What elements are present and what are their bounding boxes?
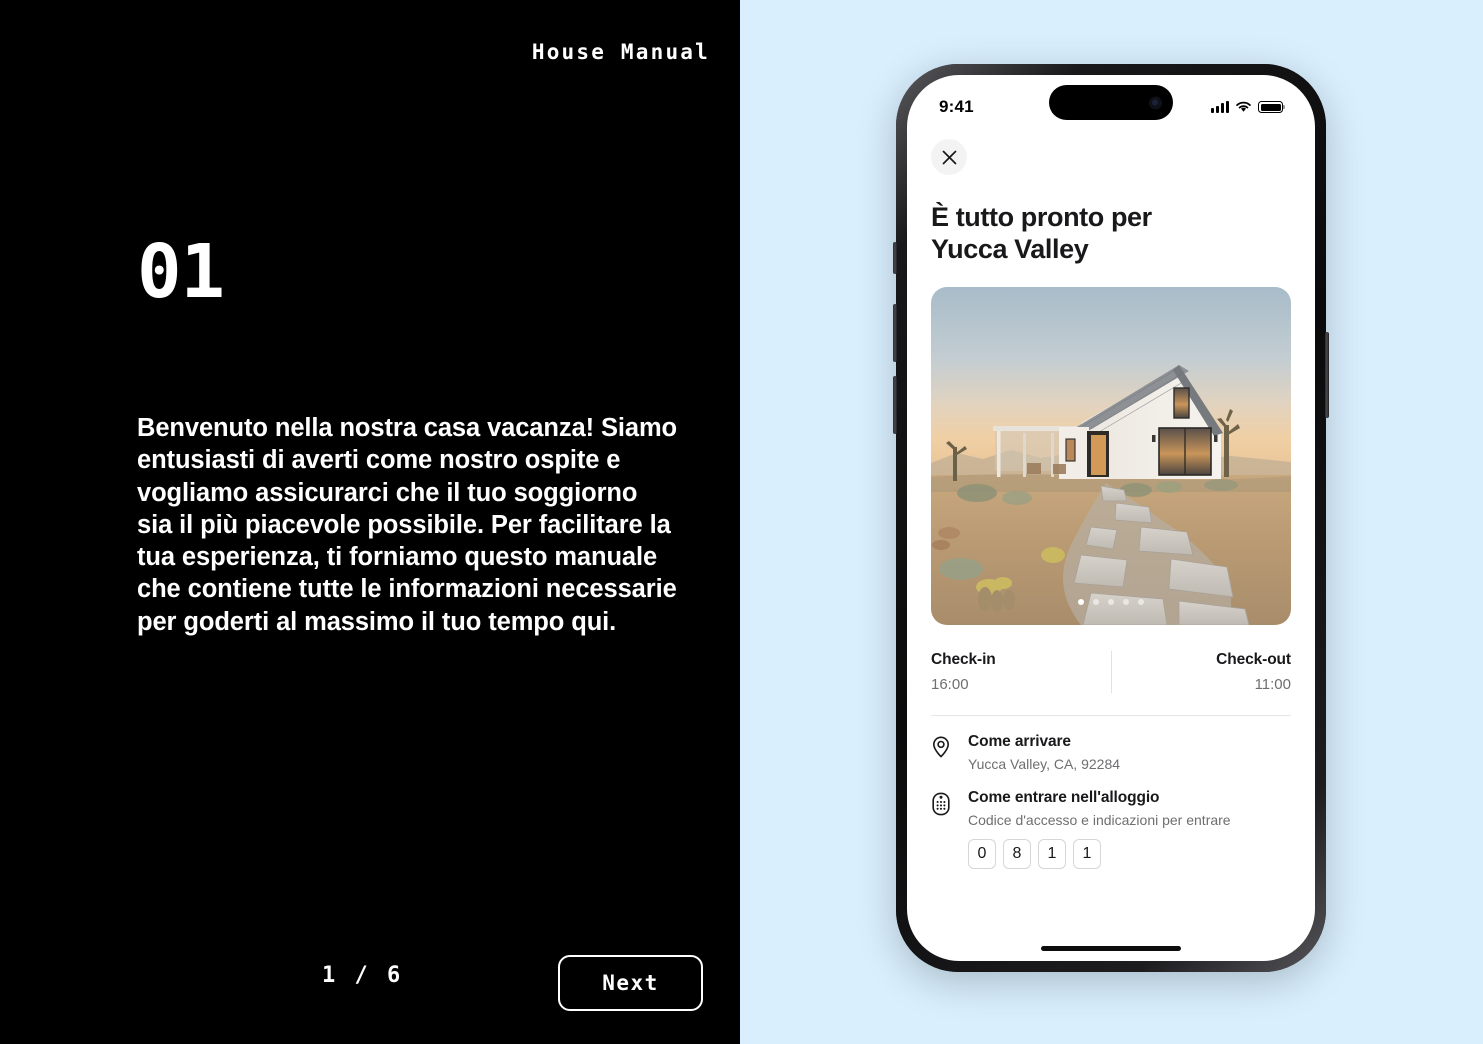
keypad-lock-icon [931, 789, 953, 869]
page-title: House Manual [531, 40, 710, 64]
left-content-panel: House Manual 01 Benvenuto nella nostra c… [0, 0, 740, 1044]
carousel-dots[interactable] [1078, 599, 1144, 605]
status-bar-time: 9:41 [939, 97, 974, 116]
step-number: 01 [137, 229, 225, 315]
slide-stage: House Manual 01 Benvenuto nella nostra c… [0, 0, 1483, 1044]
phone-volume-up-button [893, 304, 897, 362]
checkout-cell: Check-out 11:00 [1111, 651, 1291, 693]
info-subtitle-access: Codice d'accesso e indicazioni per entra… [968, 812, 1231, 828]
info-item-access[interactable]: Come entrare nell'alloggio Codice d'acce… [931, 772, 1291, 869]
info-title-directions: Come arrivare [968, 733, 1071, 750]
listing-photo [931, 287, 1291, 625]
screen-title-line-1: È tutto pronto per [931, 202, 1152, 232]
screen-title-line-2: Yucca Valley [931, 234, 1089, 264]
carousel-dot-3[interactable] [1108, 599, 1114, 605]
slide-body-text: Benvenuto nella nostra casa vacanza! Sia… [137, 414, 678, 636]
wifi-icon [1236, 101, 1251, 112]
status-bar: 9:41 [907, 75, 1315, 133]
phone-volume-down-button [893, 376, 897, 434]
phone-screen: 9:41 È tutto pronto per Yucca Valley Che… [907, 75, 1315, 961]
battery-full-icon [1258, 101, 1286, 113]
info-subtitle-directions: Yucca Valley, CA, 92284 [968, 756, 1121, 772]
phone-mockup: 9:41 È tutto pronto per Yucca Valley Che… [893, 64, 1329, 972]
front-camera-icon [1149, 96, 1162, 109]
access-code-digit-3[interactable]: 1 [1038, 839, 1066, 869]
listing-photo-carousel[interactable] [931, 287, 1291, 625]
close-button[interactable] [931, 139, 967, 175]
access-code-digit-4[interactable]: 1 [1073, 839, 1101, 869]
screen-title: È tutto pronto per Yucca Valley [931, 201, 1291, 265]
cellular-signal-icon [1211, 101, 1229, 113]
checkout-label: Check-out [1216, 651, 1291, 668]
app-content: È tutto pronto per Yucca Valley Check-in… [907, 139, 1315, 869]
close-icon [942, 150, 956, 164]
checkin-value: 16:00 [931, 676, 969, 693]
status-bar-indicators [1211, 101, 1286, 113]
checkout-value: 11:00 [1254, 676, 1291, 693]
dynamic-island [1049, 85, 1173, 120]
next-button[interactable]: Next [558, 955, 703, 1011]
access-code-digit-1[interactable]: 0 [968, 839, 996, 869]
right-preview-panel: 9:41 È tutto pronto per Yucca Valley Che… [740, 0, 1483, 1044]
phone-power-button [1325, 332, 1329, 418]
checkin-cell: Check-in 16:00 [931, 651, 1111, 693]
map-pin-icon [931, 733, 953, 772]
checkin-checkout-row: Check-in 16:00 Check-out 11:00 [931, 651, 1291, 715]
home-indicator [1041, 946, 1181, 951]
carousel-dot-5[interactable] [1138, 599, 1144, 605]
access-code-row: 0 8 1 1 [968, 839, 1231, 869]
carousel-dot-2[interactable] [1093, 599, 1099, 605]
info-title-access: Come entrare nell'alloggio [968, 789, 1160, 806]
carousel-dot-4[interactable] [1123, 599, 1129, 605]
access-code-digit-2[interactable]: 8 [1003, 839, 1031, 869]
info-item-directions[interactable]: Come arrivare Yucca Valley, CA, 92284 [931, 716, 1291, 772]
phone-silent-switch [893, 242, 897, 274]
carousel-dot-1[interactable] [1078, 599, 1084, 605]
checkin-label: Check-in [931, 651, 996, 668]
slide-pagination: 1 / 6 [322, 963, 404, 988]
